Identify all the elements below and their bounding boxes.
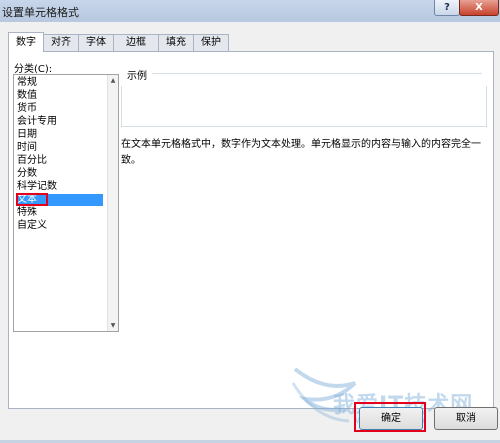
help-button[interactable]: ? — [434, 0, 460, 16]
category-item-currency[interactable]: 货币 — [16, 103, 103, 115]
selection-highlight-box — [16, 193, 48, 206]
category-item-general[interactable]: 常规 — [16, 77, 103, 89]
category-item-time[interactable]: 时间 — [16, 142, 103, 154]
sample-label: 示例 — [127, 71, 147, 82]
category-item-custom[interactable]: 自定义 — [16, 220, 103, 232]
category-item-scientific[interactable]: 科学记数 — [16, 181, 103, 193]
number-tab-panel: 分类(C): 常规 数值 货币 会计专用 日期 时间 百分比 分数 科学记数 文… — [8, 51, 494, 409]
sample-divider — [152, 73, 482, 74]
title-bar: 设置单元格格式 ? X — [0, 0, 500, 22]
category-list[interactable]: 常规 数值 货币 会计专用 日期 时间 百分比 分数 科学记数 文本 特殊 自定… — [13, 74, 119, 332]
tab-border[interactable]: 边框 — [113, 34, 159, 51]
dialog-body: 数字 对齐 字体 边框 填充 保护 分类(C): 常规 数值 货币 会计专用 日… — [0, 22, 500, 440]
category-item-fraction[interactable]: 分数 — [16, 168, 103, 180]
category-scrollbar[interactable]: ▲ ▼ — [107, 75, 118, 331]
format-description: 在文本单元格格式中，数字作为文本处理。单元格显示的内容与输入的内容完全一致。 — [121, 139, 481, 166]
window-title: 设置单元格格式 — [2, 6, 79, 19]
category-label: 分类(C): — [14, 64, 53, 75]
tab-alignment[interactable]: 对齐 — [43, 34, 79, 51]
cancel-button[interactable]: 取消 — [434, 407, 498, 430]
ok-button[interactable]: 确定 — [359, 407, 423, 430]
scroll-down-arrow-icon[interactable]: ▼ — [109, 321, 117, 330]
sample-box — [121, 86, 487, 127]
category-item-date[interactable]: 日期 — [16, 129, 103, 141]
tab-protection[interactable]: 保护 — [193, 34, 229, 51]
category-item-special[interactable]: 特殊 — [16, 207, 103, 219]
close-button[interactable]: X — [459, 0, 499, 16]
scroll-up-arrow-icon[interactable]: ▲ — [109, 76, 117, 85]
tab-font[interactable]: 字体 — [78, 34, 114, 51]
tab-fill[interactable]: 填充 — [158, 34, 194, 51]
category-item-number[interactable]: 数值 — [16, 90, 103, 102]
category-item-percentage[interactable]: 百分比 — [16, 155, 103, 167]
category-item-accounting[interactable]: 会计专用 — [16, 116, 103, 128]
tab-number[interactable]: 数字 — [8, 32, 44, 52]
